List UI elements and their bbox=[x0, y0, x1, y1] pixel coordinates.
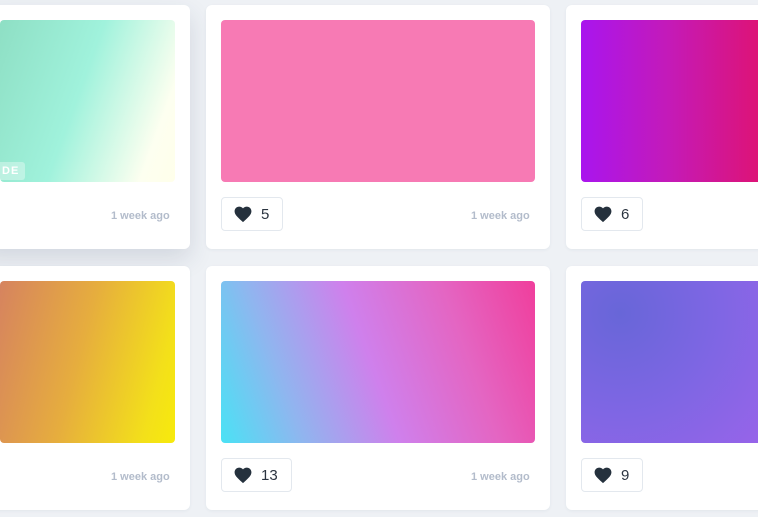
like-button[interactable]: 9 bbox=[581, 458, 644, 492]
timestamp: 1 week ago bbox=[471, 471, 530, 483]
heart-icon bbox=[594, 467, 612, 484]
heart-icon bbox=[234, 206, 252, 223]
like-count: 6 bbox=[621, 205, 630, 223]
gradient-card-6[interactable]: 9 bbox=[566, 266, 758, 510]
gradient-badge: DE bbox=[0, 162, 26, 180]
timestamp: 1 week ago bbox=[111, 210, 170, 222]
heart-icon bbox=[234, 467, 252, 484]
gradient-card-1[interactable]: DE 1 week ago bbox=[0, 5, 190, 249]
gradient-swatch[interactable] bbox=[581, 281, 758, 443]
gradient-swatch[interactable] bbox=[0, 20, 175, 182]
gradient-card-3[interactable]: 6 bbox=[566, 5, 758, 249]
gradient-swatch[interactable] bbox=[221, 20, 535, 182]
like-count: 5 bbox=[261, 205, 270, 223]
gradient-card-5[interactable]: 13 1 week ago bbox=[206, 266, 550, 510]
like-button[interactable]: 5 bbox=[221, 197, 284, 231]
timestamp: 1 week ago bbox=[111, 471, 170, 483]
gradient-swatch[interactable] bbox=[581, 20, 758, 182]
heart-icon bbox=[594, 206, 612, 223]
like-button[interactable]: 13 bbox=[221, 458, 292, 492]
like-button[interactable]: 6 bbox=[581, 197, 644, 231]
like-count: 13 bbox=[261, 466, 278, 484]
gradient-card-2[interactable]: 5 1 week ago bbox=[206, 5, 550, 249]
gradient-swatch[interactable] bbox=[0, 281, 175, 443]
gradient-swatch[interactable] bbox=[221, 281, 535, 443]
gradient-card-4[interactable]: 1 week ago bbox=[0, 266, 190, 510]
timestamp: 1 week ago bbox=[471, 210, 530, 222]
like-count: 9 bbox=[621, 466, 630, 484]
